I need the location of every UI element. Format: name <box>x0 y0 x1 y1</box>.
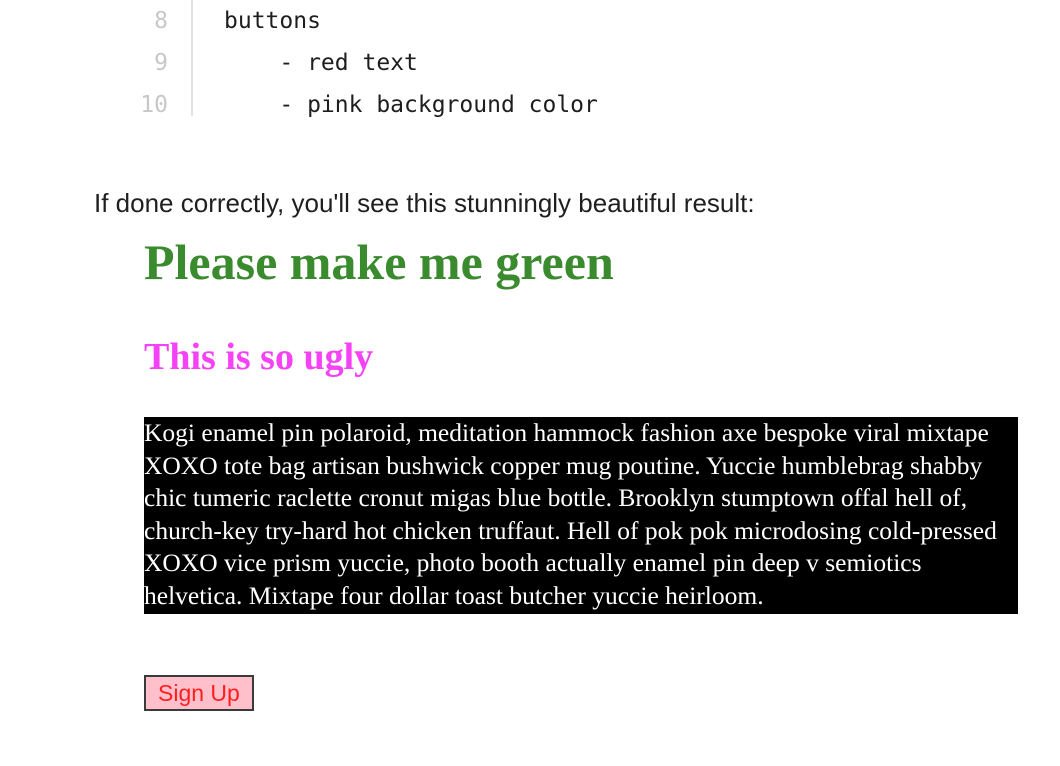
code-line-9: 9 - red text <box>0 42 1060 84</box>
line-number: 9 <box>154 50 168 76</box>
line-number: 10 <box>140 92 168 118</box>
code-text: buttons <box>224 8 321 34</box>
demo-result: Please make me green This is so ugly Kog… <box>144 220 1024 711</box>
sign-up-button[interactable]: Sign Up <box>144 675 254 711</box>
code-line-8: 8 buttons <box>0 0 1060 42</box>
code-text: - red text <box>224 50 418 76</box>
demo-paragraph: Kogi enamel pin polaroid, meditation ham… <box>144 417 1018 614</box>
pink-heading: This is so ugly <box>144 336 374 378</box>
line-number: 8 <box>154 8 168 34</box>
intro-paragraph: If done correctly, you'll see this stunn… <box>94 188 755 218</box>
code-line-10: 10 - pink background color <box>0 84 1060 126</box>
code-text: - pink background color <box>224 92 598 118</box>
code-block: 8 buttons 9 - red text 10 - pink backgro… <box>0 0 1060 126</box>
green-heading: Please make me green <box>144 234 614 290</box>
